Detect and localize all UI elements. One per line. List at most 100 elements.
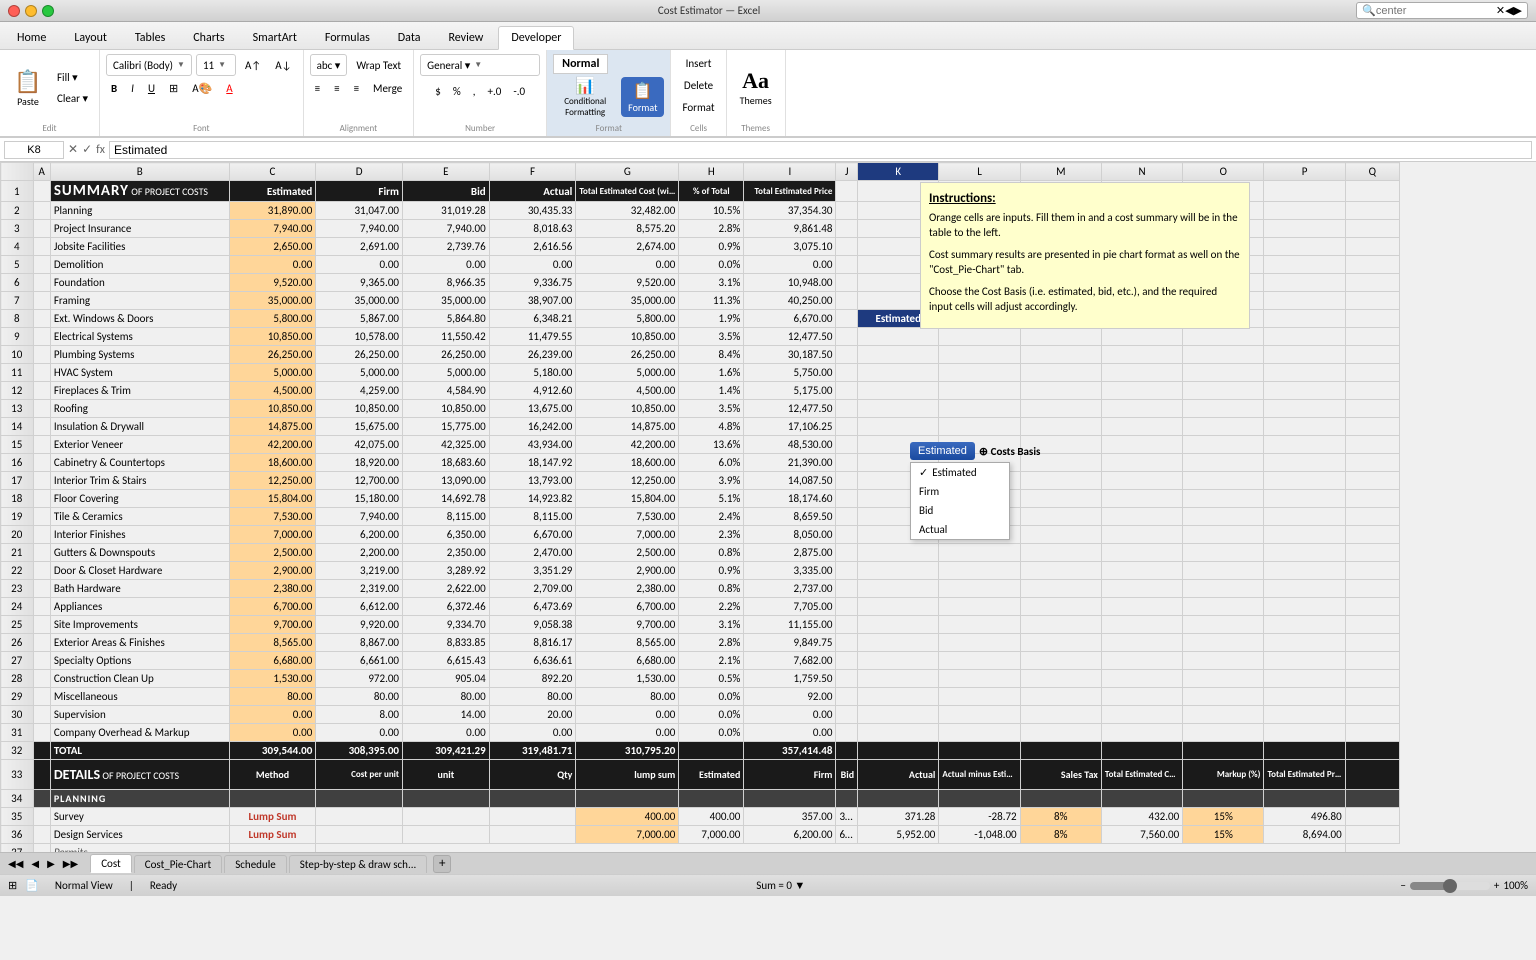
page-layout-icon[interactable]: 📄 — [25, 879, 39, 892]
maximize-button[interactable] — [42, 5, 54, 17]
decrease-decimal-button[interactable]: -.0 — [508, 82, 530, 101]
spreadsheet-container[interactable]: A B C D E F G H I J K L M N O P Q — [0, 162, 1536, 852]
cell-d2[interactable]: 31,047.00 — [316, 202, 403, 220]
search-box[interactable]: 🔍 ✕ ◀ ▶ — [1356, 2, 1528, 19]
costs-basis-option-bid[interactable]: Bid — [911, 501, 1009, 520]
underline-button[interactable]: U — [143, 79, 160, 98]
costs-basis-option-firm[interactable]: Firm — [911, 482, 1009, 501]
search-input[interactable] — [1376, 5, 1496, 17]
currency-button[interactable]: $ — [430, 82, 446, 101]
formula-accept-icon[interactable]: ✓ — [82, 142, 92, 157]
col-header-q[interactable]: Q — [1345, 163, 1399, 181]
formula-input[interactable] — [109, 141, 1532, 159]
zoom-thumb[interactable] — [1443, 879, 1457, 893]
border-button[interactable]: ⊞ — [164, 79, 183, 98]
cell-reference[interactable] — [4, 141, 64, 159]
costs-basis-option-estimated[interactable]: Estimated — [911, 463, 1009, 482]
zoom-in-button[interactable]: + — [1494, 879, 1499, 892]
cell-h2[interactable]: 10.5% — [679, 202, 744, 220]
cell-a1[interactable] — [33, 181, 50, 202]
insert-button[interactable]: Insert — [681, 54, 717, 73]
font-family-dropdown[interactable]: Calibri (Body) ▼ — [106, 54, 192, 76]
cell-h1[interactable]: % of Total — [679, 181, 744, 202]
sheet-nav-next[interactable]: ▶ — [43, 855, 59, 872]
minimize-button[interactable] — [25, 5, 37, 17]
add-sheet-button[interactable]: + — [433, 855, 451, 873]
col-header-o[interactable]: O — [1183, 163, 1264, 181]
col-header-b[interactable]: B — [50, 163, 229, 181]
col-header-m[interactable]: M — [1020, 163, 1101, 181]
cell-f2[interactable]: 30,435.33 — [489, 202, 576, 220]
align-right-button[interactable]: ≡ — [349, 79, 364, 98]
col-header-l[interactable]: L — [939, 163, 1020, 181]
sheet-tab-cost[interactable]: Cost — [90, 854, 132, 873]
font-color-button[interactable]: A — [221, 79, 237, 98]
comma-button[interactable]: , — [468, 82, 481, 101]
tab-formulas[interactable]: Formulas — [312, 26, 383, 49]
col-header-f[interactable]: F — [489, 163, 576, 181]
conditional-formatting-button[interactable]: 📊 Conditional Formatting — [553, 77, 617, 117]
sheet-tab-pie-chart[interactable]: Cost_Pie-Chart — [134, 855, 223, 873]
col-header-g[interactable]: G — [576, 163, 679, 181]
fill-button[interactable]: Fill ▾ — [52, 68, 93, 87]
col-header-j[interactable]: J — [836, 163, 858, 181]
italic-button[interactable]: I — [126, 79, 139, 98]
merge-button[interactable]: Merge — [368, 79, 407, 98]
close-button[interactable] — [8, 5, 20, 17]
cell-e1[interactable]: Bid — [403, 181, 490, 202]
cell-a2[interactable] — [33, 202, 50, 220]
cell-c2[interactable]: 31,890.00 — [229, 202, 316, 220]
cell-p1[interactable] — [1264, 181, 1345, 202]
number-format-dropdown[interactable]: General ▾ ▼ — [420, 54, 540, 76]
wrap-text-button[interactable]: Wrap Text — [351, 56, 406, 75]
sheet-tab-step[interactable]: Step-by-step & draw sch... — [289, 855, 428, 873]
tab-review[interactable]: Review — [435, 26, 496, 49]
sheet-nav-prev[interactable]: ◀ — [27, 855, 43, 872]
tab-charts[interactable]: Charts — [180, 26, 237, 49]
increase-font-button[interactable]: A↑ — [240, 56, 266, 75]
zoom-slider[interactable] — [1410, 882, 1490, 890]
cell-g1[interactable]: Total Estimated Cost (with tax) — [576, 181, 679, 202]
col-header-p[interactable]: P — [1264, 163, 1345, 181]
tab-data[interactable]: Data — [385, 26, 434, 49]
formula-fx-icon[interactable]: fx — [96, 143, 105, 157]
col-header-k[interactable]: K — [858, 163, 939, 181]
clear-button[interactable]: Clear ▾ — [52, 89, 93, 108]
col-header-d[interactable]: D — [316, 163, 403, 181]
zoom-out-button[interactable]: − — [1400, 879, 1405, 892]
row-header-2[interactable]: 2 — [1, 202, 34, 220]
nav-left-icon[interactable]: ◀ — [1505, 4, 1513, 17]
col-header-i[interactable]: I — [744, 163, 836, 181]
font-size-dropdown[interactable]: 11 ▼ — [196, 54, 236, 76]
fill-color-button[interactable]: A🎨 — [187, 79, 217, 98]
themes-button[interactable]: Aa Themes — [733, 58, 779, 118]
sum-dropdown[interactable]: ▼ — [794, 879, 805, 892]
tab-developer[interactable]: Developer — [498, 26, 574, 50]
col-header-c[interactable]: C — [229, 163, 316, 181]
cell-f1[interactable]: Actual — [489, 181, 576, 202]
normal-view-icon[interactable]: ⊞ — [8, 879, 17, 892]
col-header-n[interactable]: N — [1101, 163, 1182, 181]
cell-i2[interactable]: 37,354.30 — [744, 202, 836, 220]
abc-dropdown[interactable]: abc ▾ — [310, 54, 348, 76]
delete-button[interactable]: Delete — [679, 76, 718, 95]
tab-smartart[interactable]: SmartArt — [240, 26, 310, 49]
cell-q1[interactable] — [1345, 181, 1399, 202]
decrease-font-button[interactable]: A↓ — [270, 56, 296, 75]
col-header-a[interactable]: A — [33, 163, 50, 181]
formula-cancel-icon[interactable]: ✕ — [68, 142, 78, 157]
cell-i1[interactable]: Total Estimated Price — [744, 181, 836, 202]
paste-button[interactable]: 📋 Paste — [6, 58, 50, 118]
sheet-nav-last[interactable]: ▶▶ — [59, 855, 82, 872]
row-header-1[interactable]: 1 — [1, 181, 34, 202]
bold-button[interactable]: B — [106, 79, 122, 98]
sheet-tab-schedule[interactable]: Schedule — [224, 855, 287, 873]
tab-layout[interactable]: Layout — [61, 26, 120, 49]
nav-right-icon[interactable]: ▶ — [1514, 4, 1522, 17]
tab-home[interactable]: Home — [4, 26, 59, 49]
cell-e2[interactable]: 31,019.28 — [403, 202, 490, 220]
cell-j1[interactable] — [836, 181, 858, 202]
sheet-nav-first[interactable]: ◀◀ — [4, 855, 27, 872]
cell-c1[interactable]: Estimated — [229, 181, 316, 202]
align-center-button[interactable]: ≡ — [329, 79, 344, 98]
